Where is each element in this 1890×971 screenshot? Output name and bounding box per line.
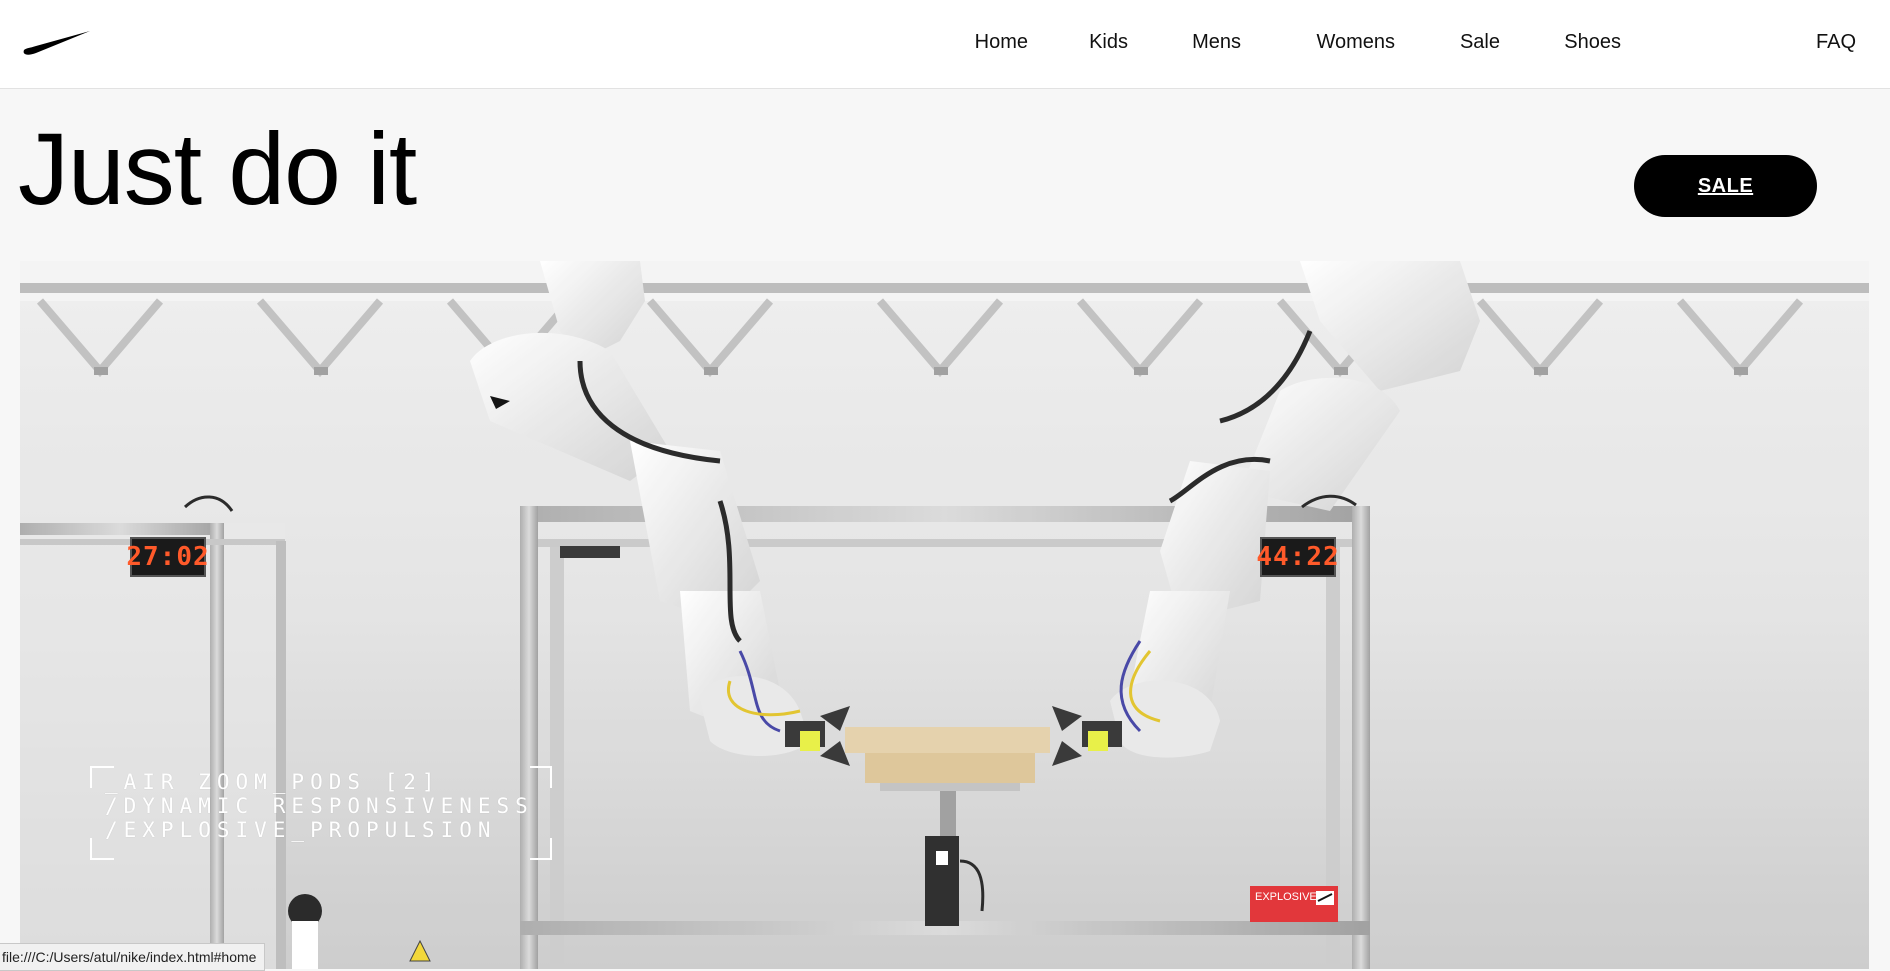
nav-faq[interactable]: FAQ (1816, 31, 1856, 54)
hero-video[interactable]: 27:02 44:22 EXPLOSIVE (20, 261, 1869, 969)
nav-home[interactable]: Home (975, 31, 1028, 54)
feature-overlay: _AIR ZOOM_PODS [2]/DYNAMIC RESPONSIVENES… (105, 770, 534, 842)
browser-status-bar: file:///C:/Users/atul/nike/index.html#ho… (0, 943, 266, 971)
sale-button[interactable]: SALE (1634, 155, 1817, 217)
overlay-line-3: /EXPLOSIVE_PROPULSION (105, 818, 497, 842)
nav-womens[interactable]: Womens (1316, 31, 1395, 54)
nav-mens[interactable]: Mens (1192, 31, 1241, 54)
top-navigation-bar: Home Kids Mens Womens Sale Shoes FAQ (0, 0, 1890, 89)
hero-title: Just do it (18, 112, 417, 226)
robot-factory-scene (20, 261, 1869, 969)
nav-sale[interactable]: Sale (1460, 31, 1500, 54)
timer-display-left: 27:02 (126, 537, 209, 577)
timer-display-right: 44:22 (1256, 537, 1339, 577)
overlay-line-2: /DYNAMIC RESPONSIVENESS (105, 794, 534, 818)
nav-kids[interactable]: Kids (1089, 31, 1128, 54)
nike-swoosh-logo-icon[interactable] (22, 28, 92, 56)
overlay-line-1: _AIR ZOOM_PODS [2] (105, 770, 441, 794)
nav-shoes[interactable]: Shoes (1564, 31, 1621, 54)
product-tag: EXPLOSIVE (1255, 891, 1317, 903)
